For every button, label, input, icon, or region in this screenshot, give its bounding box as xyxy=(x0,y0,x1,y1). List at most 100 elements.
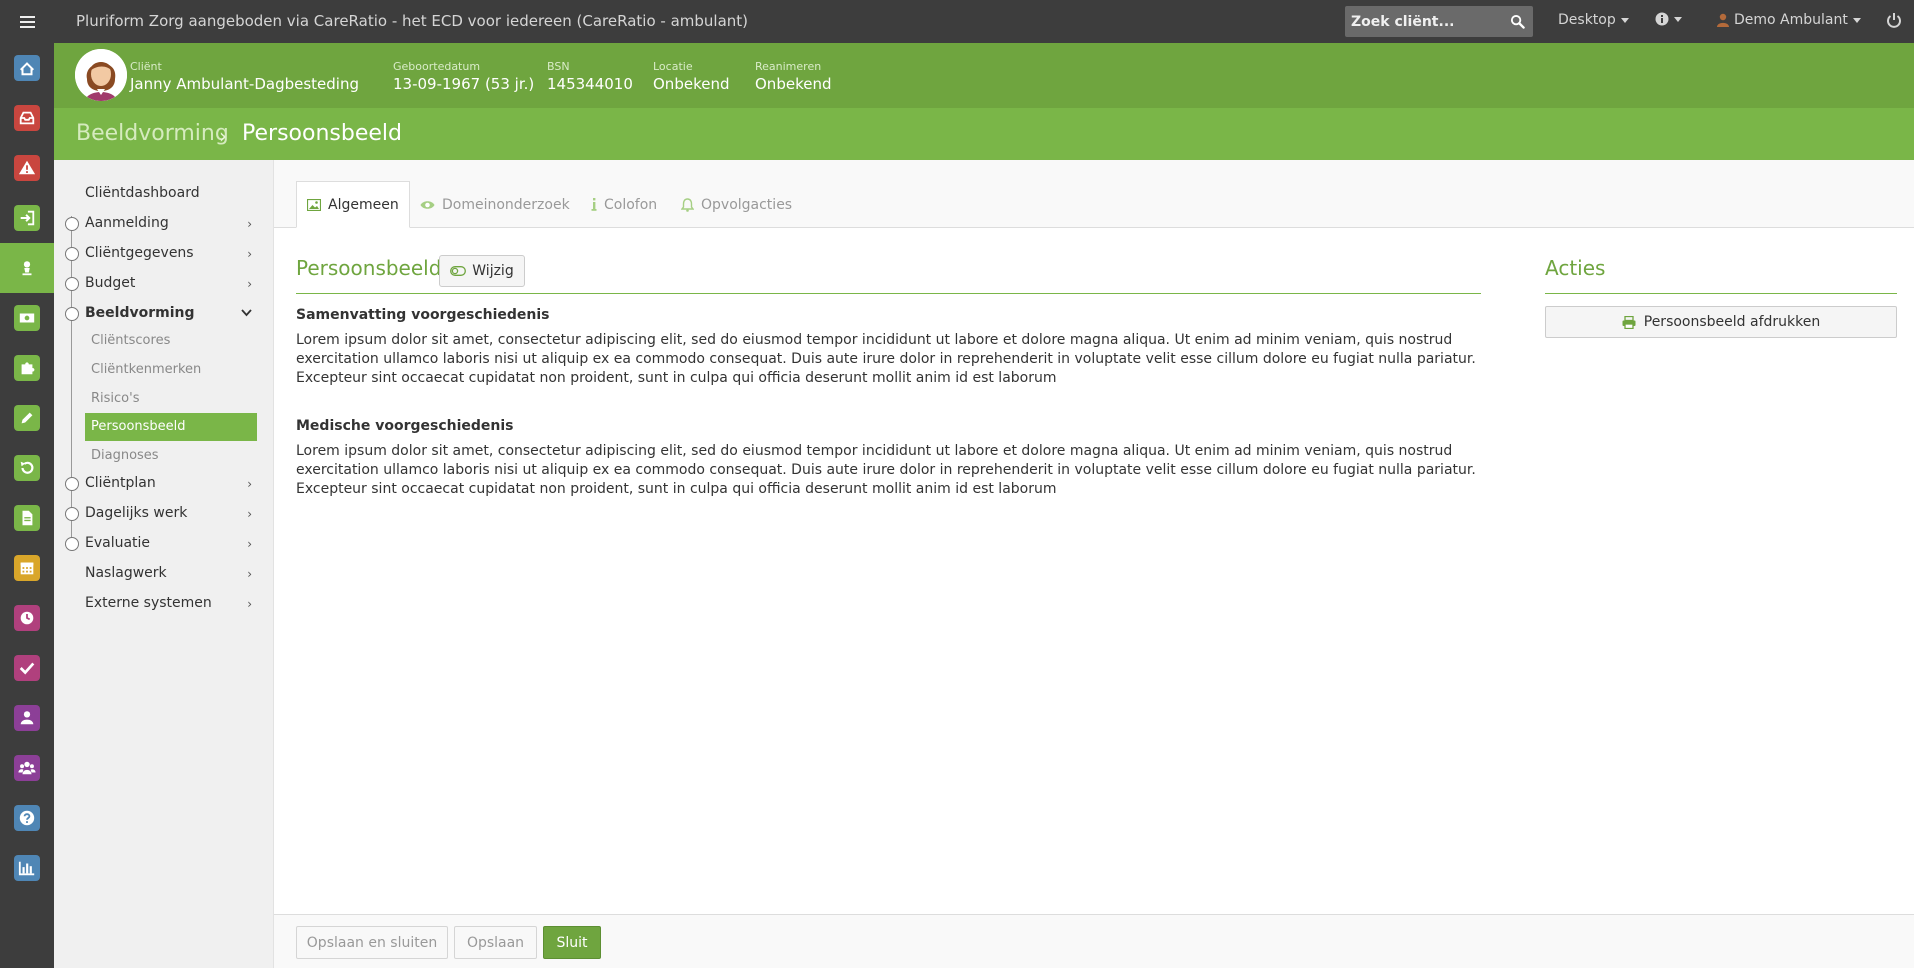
search-icon[interactable] xyxy=(1510,14,1525,29)
nav-sub-label: Risico's xyxy=(91,391,140,406)
chevron-right-icon: › xyxy=(247,477,252,491)
rail-item-person[interactable] xyxy=(0,693,54,743)
bsn-value: 145344010 xyxy=(547,75,633,93)
rail-item-chart[interactable] xyxy=(0,843,54,893)
client-label: Cliënt xyxy=(130,60,162,73)
breadcrumb: Beeldvorming › Persoonsbeeld xyxy=(54,108,1914,160)
tab-algemeen[interactable]: Algemeen xyxy=(296,181,410,228)
chevron-right-icon: › xyxy=(247,247,252,261)
power-icon[interactable] xyxy=(1886,12,1902,28)
nav-item-budget[interactable]: Budget › xyxy=(54,270,274,298)
nav-sub-diagnoses[interactable]: Diagnoses xyxy=(85,442,257,470)
nav-item-externe-systemen[interactable]: Externe systemen › xyxy=(54,590,274,618)
nav-label: Externe systemen xyxy=(85,595,212,611)
nav-sub-label: Diagnoses xyxy=(91,448,159,463)
desktop-dropdown[interactable]: Desktop xyxy=(1558,12,1629,28)
breadcrumb-parent[interactable]: Beeldvorming xyxy=(76,121,229,146)
desktop-label: Desktop xyxy=(1558,12,1616,28)
location-label: Locatie xyxy=(653,60,693,73)
chevron-right-icon: › xyxy=(247,567,252,581)
edit-button[interactable]: Wijzig xyxy=(439,255,525,287)
nav-label: Budget xyxy=(85,275,136,291)
nav-item-naslagwerk[interactable]: Naslagwerk › xyxy=(54,560,274,588)
section-divider xyxy=(296,293,1481,294)
nav-item-clientplan[interactable]: Cliëntplan › xyxy=(54,470,274,498)
save-and-close-button[interactable]: Opslaan en sluiten xyxy=(296,926,448,959)
rail-item-help[interactable] xyxy=(0,793,54,843)
bsn-field: BSN 145344010 xyxy=(547,60,633,93)
rail-item-calendar[interactable] xyxy=(0,543,54,593)
user-icon xyxy=(14,255,40,281)
nav-sub-clientscores[interactable]: Cliëntscores xyxy=(85,327,257,355)
nav-item-clientdashboard[interactable]: Cliëntdashboard xyxy=(54,180,274,208)
nav-label: Beeldvorming xyxy=(85,305,195,321)
group-icon xyxy=(14,755,40,781)
menu-button[interactable] xyxy=(0,0,54,43)
tab-label: Opvolgacties xyxy=(701,196,793,213)
help-icon xyxy=(14,805,40,831)
tab-colofon[interactable]: Colofon xyxy=(581,181,667,228)
search-input[interactable] xyxy=(1345,6,1505,37)
rail-item-home[interactable] xyxy=(0,43,54,93)
rail-item-sign-in[interactable] xyxy=(0,193,54,243)
step-circle-icon xyxy=(65,217,79,231)
nav-sub-label: Cliëntkenmerken xyxy=(91,362,202,377)
section-heading: Samenvatting voorgeschiedenis xyxy=(296,307,550,323)
close-button[interactable]: Sluit xyxy=(543,926,601,959)
nav-sub-risicos[interactable]: Risico's xyxy=(85,385,257,413)
document-icon xyxy=(14,505,40,531)
footer-bar: Opslaan en sluiten Opslaan Sluit xyxy=(274,914,1914,968)
clock-icon xyxy=(14,605,40,631)
rail-item-clock[interactable] xyxy=(0,593,54,643)
chevron-right-icon: › xyxy=(247,277,252,291)
nav-item-beeldvorming[interactable]: Beeldvorming xyxy=(54,300,274,328)
resuscitate-value: Onbekend xyxy=(755,75,832,93)
nav-item-clientgegevens[interactable]: Cliëntgegevens › xyxy=(54,240,274,268)
rail-item-check[interactable] xyxy=(0,643,54,693)
nav-item-aanmelding[interactable]: Aanmelding › xyxy=(54,210,274,238)
section-text: Lorem ipsum dolor sit amet, consectetur … xyxy=(296,443,1476,497)
nav-item-evaluatie[interactable]: Evaluatie › xyxy=(54,530,274,558)
calendar-icon xyxy=(14,555,40,581)
tab-opvolgacties[interactable]: Opvolgacties xyxy=(671,181,802,228)
chevron-right-icon: › xyxy=(247,597,252,611)
info-icon xyxy=(1655,12,1669,26)
section-heading: Medische voorgeschiedenis xyxy=(296,418,514,434)
rail-item-undo[interactable] xyxy=(0,443,54,493)
client-avatar xyxy=(75,49,127,101)
tab-domeinonderzoek[interactable]: Domeinonderzoek xyxy=(410,181,580,228)
nav-sub-clientkenmerken[interactable]: Cliëntkenmerken xyxy=(85,356,257,384)
rail-item-warning[interactable] xyxy=(0,143,54,193)
print-button[interactable]: Persoonsbeeld afdrukken xyxy=(1545,306,1897,338)
rail-item-document[interactable] xyxy=(0,493,54,543)
side-nav: Cliëntdashboard Aanmelding › Cliëntgegev… xyxy=(54,160,274,968)
tab-label: Domeinonderzoek xyxy=(442,196,570,213)
rail-item-money[interactable] xyxy=(0,293,54,343)
step-circle-icon xyxy=(65,277,79,291)
actions-divider xyxy=(1545,293,1897,294)
step-circle-icon xyxy=(65,247,79,261)
rail-item-group[interactable] xyxy=(0,743,54,793)
rail-item-inbox[interactable] xyxy=(0,93,54,143)
nav-sub-label: Persoonsbeeld xyxy=(91,419,186,434)
chart-icon xyxy=(14,855,40,881)
rail-item-pencil[interactable] xyxy=(0,393,54,443)
user-name: Demo Ambulant xyxy=(1734,12,1848,28)
info-dropdown[interactable] xyxy=(1655,12,1682,26)
home-icon xyxy=(14,55,40,81)
step-circle-icon xyxy=(65,507,79,521)
step-circle-icon xyxy=(65,537,79,551)
chevron-down-icon xyxy=(241,309,252,317)
rail-item-user[interactable] xyxy=(0,243,54,293)
location-field: Locatie Onbekend xyxy=(653,60,729,93)
user-dropdown[interactable]: Demo Ambulant xyxy=(1717,12,1861,28)
save-button[interactable]: Opslaan xyxy=(454,926,537,959)
eye-icon xyxy=(420,200,435,209)
page-title: Persoonsbeeld xyxy=(242,121,402,146)
nav-item-dagelijks-werk[interactable]: Dagelijks werk › xyxy=(54,500,274,528)
resuscitate-field: Reanimeren Onbekend xyxy=(755,60,831,93)
dob-value: 13-09-1967 (53 jr.) xyxy=(393,75,535,93)
nav-sub-persoonsbeeld[interactable]: Persoonsbeeld xyxy=(85,413,257,441)
money-icon xyxy=(14,305,40,331)
rail-item-puzzle[interactable] xyxy=(0,343,54,393)
